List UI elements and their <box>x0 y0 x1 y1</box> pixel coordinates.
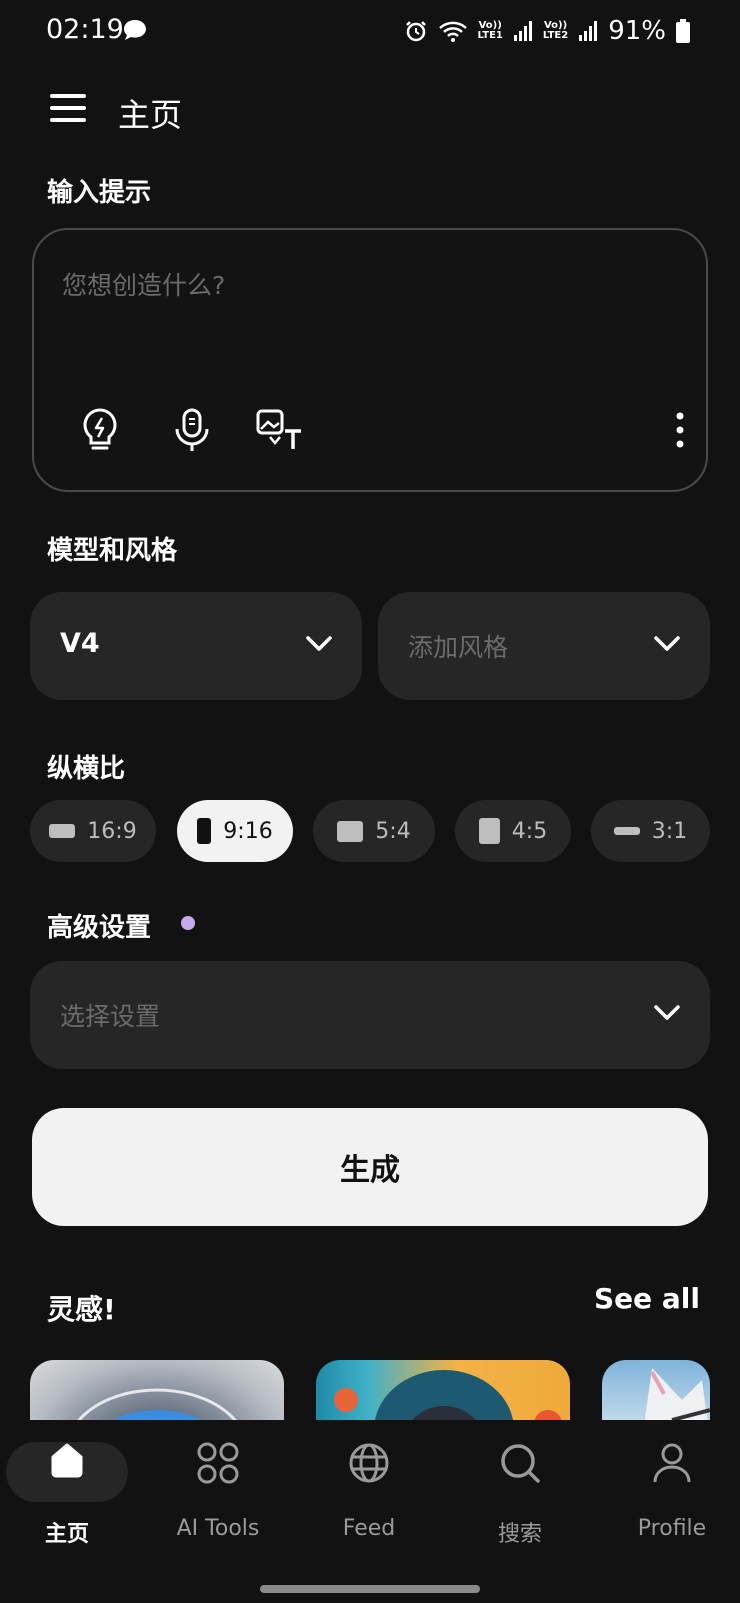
new-indicator-dot <box>181 916 195 930</box>
app-header: 主页 <box>0 80 740 144</box>
ratio-chip-16-9[interactable]: 16:9 <box>30 800 156 862</box>
wifi-icon <box>438 21 467 42</box>
profile-icon <box>652 1442 692 1488</box>
more-options-icon[interactable] <box>652 402 708 458</box>
advanced-section-label: 高级设置 <box>47 913 152 943</box>
aspect-ratio-section-label: 纵横比 <box>47 754 126 784</box>
sim1-label: LTE1 <box>477 30 503 41</box>
ratio-chip-4-5[interactable]: 4:5 <box>455 800 571 862</box>
chevron-down-icon <box>654 636 680 656</box>
status-time: 02:19 <box>46 14 124 45</box>
ratio-chip-9-16[interactable]: 9:16 <box>177 800 293 862</box>
nav-label-profile: Profile <box>637 1516 707 1541</box>
ratio-shape-icon <box>478 818 500 844</box>
page-title: 主页 <box>118 96 183 134</box>
advanced-settings-dropdown[interactable]: 选择设置 <box>30 961 710 1069</box>
chat-bubble-icon <box>122 18 148 46</box>
advanced-placeholder: 选择设置 <box>60 1002 161 1031</box>
model-value: V4 <box>60 628 100 659</box>
nav-item-profile[interactable]: Profile <box>602 1420 740 1560</box>
ratio-chip-5-4[interactable]: 5:4 <box>313 800 435 862</box>
model-style-section-label: 模型和风格 <box>47 536 178 566</box>
search-icon <box>499 1442 541 1488</box>
inspiration-title: 灵感! <box>47 1293 116 1326</box>
hamburger-menu-icon[interactable] <box>50 92 86 128</box>
ratio-shape-icon <box>49 824 76 838</box>
prompt-toolbar <box>72 402 684 458</box>
ratio-label: 9:16 <box>223 818 273 844</box>
home-gesture-bar[interactable] <box>260 1585 480 1593</box>
see-all-link[interactable]: See all <box>594 1282 700 1315</box>
lightbulb-icon[interactable] <box>72 402 128 458</box>
battery-icon <box>676 19 690 43</box>
generate-button[interactable]: 生成 <box>32 1108 708 1226</box>
ratio-shape-icon <box>197 818 212 844</box>
sim2-label: LTE2 <box>542 30 569 41</box>
sim2-indicator: Vo)) LTE2 <box>543 21 568 41</box>
nav-item-ai-tools[interactable]: AI Tools <box>148 1420 288 1560</box>
chevron-down-icon <box>306 636 332 656</box>
status-icons: Vo)) LTE1 Vo)) LTE2 91% <box>404 16 690 46</box>
ratio-label: 16:9 <box>87 818 137 844</box>
globe-icon <box>348 1442 390 1488</box>
chevron-down-icon <box>654 1005 680 1025</box>
ratio-chip-3-1[interactable]: 3:1 <box>591 800 710 862</box>
nav-label-home: 主页 <box>44 1522 89 1547</box>
bottom-navigation: 主页 AI Tools Feed 搜索 Profile <box>0 1420 740 1603</box>
ratio-shape-icon <box>613 827 640 835</box>
signal-icon <box>579 21 598 41</box>
signal-icon <box>513 21 532 41</box>
nav-label-feed: Feed <box>342 1516 396 1541</box>
microphone-icon[interactable] <box>164 402 220 458</box>
prompt-section-label: 输入提示 <box>47 178 152 208</box>
nav-label-search: 搜索 <box>497 1522 542 1547</box>
ratio-label: 5:4 <box>375 818 411 844</box>
inspiration-thumbnail[interactable] <box>316 1360 570 1420</box>
prompt-input-box[interactable]: 您想创造什么? <box>32 228 708 492</box>
alarm-icon <box>405 21 426 42</box>
status-bar: 02:19 Vo)) LTE1 Vo)) LTE2 91% <box>0 0 740 64</box>
battery-percent: 91% <box>608 16 666 46</box>
inspiration-carousel <box>0 1360 740 1420</box>
prompt-input[interactable]: 您想创造什么? <box>62 266 225 302</box>
model-dropdown[interactable]: V4 <box>30 592 362 700</box>
style-placeholder: 添加风格 <box>408 633 509 662</box>
inspiration-thumbnail[interactable] <box>30 1360 284 1420</box>
nav-label-ai-tools: AI Tools <box>176 1516 260 1541</box>
ratio-shape-icon <box>337 820 364 842</box>
ratio-label: 4:5 <box>511 818 548 844</box>
nav-item-search[interactable]: 搜索 <box>450 1420 590 1560</box>
nav-item-feed[interactable]: Feed <box>299 1420 439 1560</box>
sim1-indicator: Vo)) LTE1 <box>478 21 503 41</box>
home-icon <box>48 1442 86 1482</box>
ratio-label: 3:1 <box>651 818 688 844</box>
nav-item-home[interactable]: 主页 <box>0 1420 137 1560</box>
inspiration-thumbnail[interactable] <box>602 1360 710 1420</box>
image-to-text-icon[interactable] <box>252 402 308 458</box>
aspect-ratio-options: 16:9 9:16 5:4 4:5 3:1 <box>30 800 710 862</box>
grid-circles-icon <box>197 1442 239 1488</box>
style-dropdown[interactable]: 添加风格 <box>378 592 710 700</box>
